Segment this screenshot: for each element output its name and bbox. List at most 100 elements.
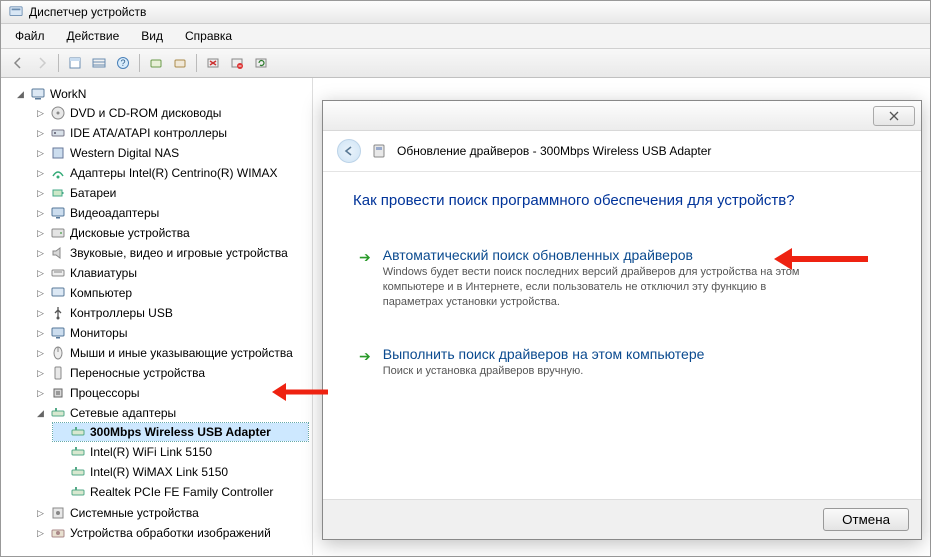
- tree-category[interactable]: ▷ Процессоры: [33, 384, 308, 402]
- collapse-icon[interactable]: ◢: [15, 89, 26, 100]
- expand-icon[interactable]: ▷: [35, 508, 46, 519]
- network-adapter-icon: [70, 444, 86, 460]
- collapse-icon[interactable]: ◢: [35, 408, 46, 419]
- tree-category[interactable]: ▷ Контроллеры USB: [33, 304, 308, 322]
- category-icon: [50, 365, 66, 381]
- tree-category[interactable]: ▷ Системные устройства: [33, 504, 308, 522]
- dialog-body: Как провести поиск программного обеспече…: [323, 172, 921, 416]
- toolbar-view-icon[interactable]: [88, 52, 110, 74]
- tree-category[interactable]: ▷ Western Digital NAS: [33, 144, 308, 162]
- tree-device-label: Intel(R) WiMAX Link 5150: [90, 465, 228, 479]
- tree-category[interactable]: ▷ IDE ATA/ATAPI контроллеры: [33, 124, 308, 142]
- toolbar-uninstall-icon[interactable]: [202, 52, 224, 74]
- tree-item-label: Адаптеры Intel(R) Centrino(R) WIMAX: [70, 166, 278, 180]
- expand-icon[interactable]: ▷: [35, 208, 46, 219]
- option-manual-desc: Поиск и установка драйверов вручную.: [383, 364, 705, 379]
- expand-icon[interactable]: ▷: [35, 268, 46, 279]
- expand-icon[interactable]: ▷: [35, 288, 46, 299]
- tree-item-label: Компьютер: [70, 286, 132, 300]
- tree-category[interactable]: ▷ Звуковые, видео и игровые устройства: [33, 244, 308, 262]
- toolbar-disable-icon[interactable]: [226, 52, 248, 74]
- toolbar-help-icon[interactable]: ?: [112, 52, 134, 74]
- tree-category[interactable]: ◢ Сетевые адаптеры: [33, 404, 308, 422]
- category-icon: [50, 185, 66, 201]
- option-manual-title: Выполнить поиск драйверов на этом компью…: [383, 346, 705, 362]
- category-icon: [50, 245, 66, 261]
- toolbar: ?: [1, 48, 930, 78]
- arrow-right-icon: ➔: [359, 348, 371, 379]
- category-icon: [50, 325, 66, 341]
- expand-icon[interactable]: ▷: [35, 388, 46, 399]
- tree-category[interactable]: ▷ Переносные устройства: [33, 364, 308, 382]
- expand-icon[interactable]: ▷: [35, 108, 46, 119]
- expand-icon[interactable]: ▷: [35, 348, 46, 359]
- dialog-header: Обновление драйверов - 300Mbps Wireless …: [323, 131, 921, 172]
- toolbar-separator: [139, 54, 140, 72]
- option-auto-search[interactable]: ➔ Автоматический поиск обновленных драйв…: [353, 239, 891, 318]
- tree-device-label: Intel(R) WiFi Link 5150: [90, 445, 212, 459]
- network-adapter-icon: [70, 484, 86, 500]
- cancel-button[interactable]: Отмена: [823, 508, 909, 531]
- tree-item-label: Контроллеры USB: [70, 306, 173, 320]
- expand-icon[interactable]: ▷: [35, 328, 46, 339]
- expand-icon[interactable]: ▷: [35, 368, 46, 379]
- tree-device[interactable]: Intel(R) WiFi Link 5150: [53, 443, 308, 461]
- menu-file[interactable]: Файл: [5, 26, 55, 46]
- category-icon: [50, 105, 66, 121]
- device-icon: [371, 143, 387, 159]
- tree-item-label: IDE ATA/ATAPI контроллеры: [70, 126, 227, 140]
- expand-icon[interactable]: ▷: [35, 308, 46, 319]
- option-manual-search[interactable]: ➔ Выполнить поиск драйверов на этом комп…: [353, 338, 891, 387]
- tree-category[interactable]: ▷ Устройства обработки изображений: [33, 524, 308, 542]
- expand-icon[interactable]: ▷: [35, 168, 46, 179]
- category-icon: [50, 405, 66, 421]
- toolbar-update-icon[interactable]: [169, 52, 191, 74]
- tree-device[interactable]: Realtek PCIe FE Family Controller: [53, 483, 308, 501]
- category-icon: [50, 385, 66, 401]
- tree-item-label: Клавиатуры: [70, 266, 137, 280]
- toolbar-properties-icon[interactable]: [64, 52, 86, 74]
- toolbar-refresh-icon[interactable]: [250, 52, 272, 74]
- tree-category[interactable]: ▷ DVD и CD-ROM дисководы: [33, 104, 308, 122]
- tree-device[interactable]: Intel(R) WiMAX Link 5150: [53, 463, 308, 481]
- expand-icon[interactable]: ▷: [35, 248, 46, 259]
- arrow-right-icon: ➔: [359, 249, 371, 310]
- tree-device-label: Realtek PCIe FE Family Controller: [90, 485, 273, 499]
- category-icon: [50, 225, 66, 241]
- expand-icon[interactable]: ▷: [35, 528, 46, 539]
- window-title: Диспетчер устройств: [29, 5, 146, 19]
- tree-category[interactable]: ▷ Мониторы: [33, 324, 308, 342]
- category-icon: [50, 525, 66, 541]
- tree-device[interactable]: 300Mbps Wireless USB Adapter: [53, 423, 308, 441]
- expand-icon[interactable]: ▷: [35, 148, 46, 159]
- tree-category[interactable]: ▷ Мыши и иные указывающие устройства: [33, 344, 308, 362]
- menu-view[interactable]: Вид: [131, 26, 173, 46]
- toolbar-back-icon[interactable]: [7, 52, 29, 74]
- expand-icon[interactable]: ▷: [35, 188, 46, 199]
- tree-category[interactable]: ▷ Видеоадаптеры: [33, 204, 308, 222]
- menu-action[interactable]: Действие: [57, 26, 130, 46]
- toolbar-scan-icon[interactable]: [145, 52, 167, 74]
- tree-item-label: Устройства обработки изображений: [70, 526, 271, 540]
- device-tree[interactable]: ◢ WorkN ▷ DVD и CD-ROM дисководы ▷ IDE A…: [1, 78, 313, 555]
- tree-category[interactable]: ▷ Клавиатуры: [33, 264, 308, 282]
- toolbar-separator: [58, 54, 59, 72]
- tree-category[interactable]: ▷ Дисковые устройства: [33, 224, 308, 242]
- toolbar-forward-icon[interactable]: [31, 52, 53, 74]
- tree-item-label: Дисковые устройства: [70, 226, 190, 240]
- menu-help[interactable]: Справка: [175, 26, 242, 46]
- window-titlebar: Диспетчер устройств: [1, 1, 930, 24]
- tree-item-label: Батареи: [70, 186, 116, 200]
- tree-category[interactable]: ▷ Батареи: [33, 184, 308, 202]
- tree-category[interactable]: ▷ Компьютер: [33, 284, 308, 302]
- network-adapter-icon: [70, 424, 86, 440]
- tree-category[interactable]: ▷ Адаптеры Intel(R) Centrino(R) WIMAX: [33, 164, 308, 182]
- tree-root[interactable]: ◢ WorkN: [13, 85, 308, 103]
- tree-item-label: Western Digital NAS: [70, 146, 179, 160]
- back-button[interactable]: [337, 139, 361, 163]
- category-icon: [50, 165, 66, 181]
- tree-item-label: Процессоры: [70, 386, 140, 400]
- close-button[interactable]: [873, 106, 915, 126]
- expand-icon[interactable]: ▷: [35, 228, 46, 239]
- expand-icon[interactable]: ▷: [35, 128, 46, 139]
